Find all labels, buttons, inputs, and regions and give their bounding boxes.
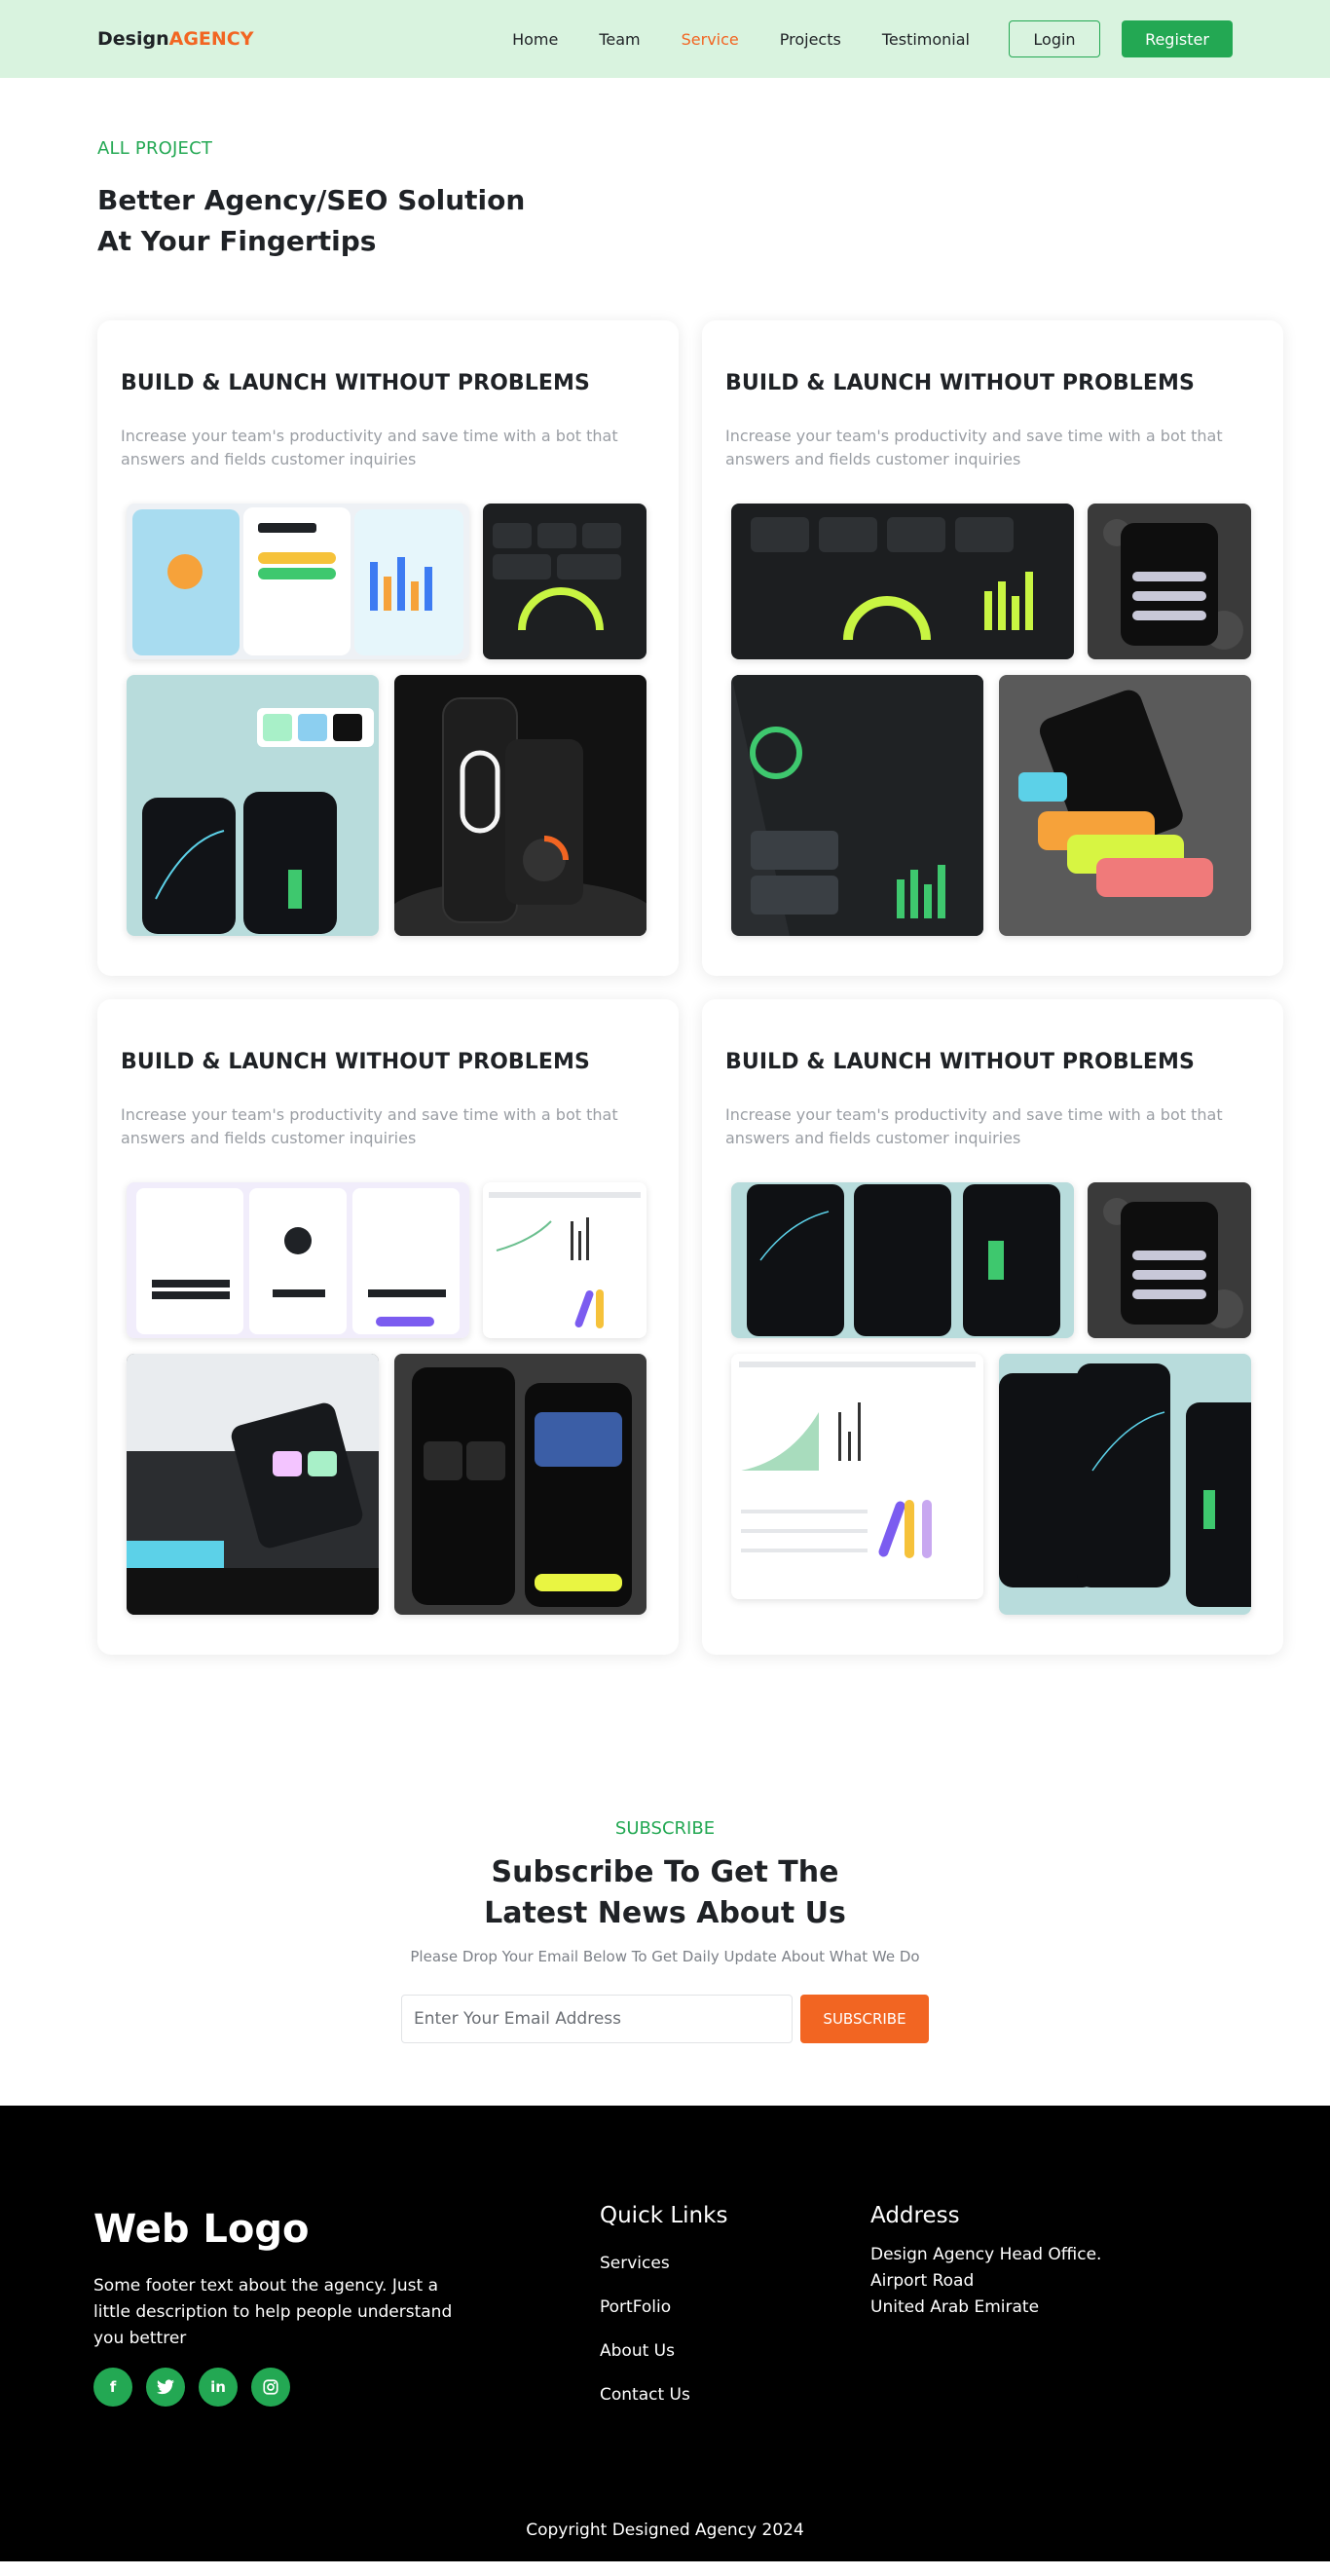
project-thumbnail[interactable]	[127, 504, 469, 659]
address-block: Address Design Agency Head Office. Airpo…	[870, 2203, 1101, 2321]
project-thumbnail[interactable]	[483, 1182, 647, 1338]
card-description: Increase your team's productivity and sa…	[725, 1105, 1223, 1147]
nav-link-service[interactable]: Service	[682, 30, 739, 49]
project-thumbnail[interactable]	[394, 1354, 647, 1615]
quick-links-title: Quick Links	[600, 2203, 728, 2228]
site-logo[interactable]: DesignAGENCY	[97, 28, 254, 50]
subscribe-description: Please Drop Your Email Below To Get Dail…	[410, 1948, 920, 1965]
card-title: BUILD & LAUNCH WITHOUT PROBLEMS	[725, 1050, 1195, 1074]
project-thumbnail[interactable]	[483, 504, 647, 659]
project-thumbnail[interactable]	[127, 1182, 469, 1338]
footer-link-about[interactable]: About Us	[600, 2330, 727, 2373]
project-thumbnail[interactable]	[731, 1354, 983, 1599]
nav-link-testimonial[interactable]: Testimonial	[882, 30, 970, 49]
card-title: BUILD & LAUNCH WITHOUT PROBLEMS	[121, 371, 590, 395]
project-thumbnail[interactable]	[394, 675, 647, 936]
section-eyebrow: ALL PROJECT	[97, 138, 213, 159]
project-thumbnail[interactable]	[999, 1354, 1251, 1615]
subscribe-title: Subscribe To Get The Latest News About U…	[484, 1855, 846, 1930]
quick-links: Quick Links Services PortFolio About Us …	[600, 2203, 727, 2417]
nav-link-home[interactable]: Home	[512, 30, 558, 49]
project-thumbnail[interactable]	[1088, 504, 1251, 659]
card-description: Increase your team's productivity and sa…	[725, 427, 1223, 468]
subscribe-form: SUBSCRIBE	[0, 1995, 1330, 2043]
navbar: DesignAGENCY Home Team Service Projects …	[0, 0, 1330, 78]
footer-description: Some footer text about the agency. Just …	[93, 2276, 453, 2348]
address-line: United Arab Emirate	[870, 2297, 1040, 2317]
social-links: f in	[93, 2368, 290, 2407]
project-card[interactable]: BUILD & LAUNCH WITHOUT PROBLEMS Increase…	[702, 999, 1283, 1655]
project-card[interactable]: BUILD & LAUNCH WITHOUT PROBLEMS Increase…	[97, 320, 679, 976]
section-title: Better Agency/SEO Solution At Your Finge…	[97, 184, 526, 257]
project-card[interactable]: BUILD & LAUNCH WITHOUT PROBLEMS Increase…	[97, 999, 679, 1655]
copyright: Copyright Designed Agency 2024	[526, 2520, 804, 2540]
email-input[interactable]	[401, 1995, 793, 2043]
card-title: BUILD & LAUNCH WITHOUT PROBLEMS	[121, 1050, 590, 1074]
project-thumbnail[interactable]	[999, 675, 1251, 936]
footer-link-contact[interactable]: Contact Us	[600, 2373, 727, 2417]
card-title: BUILD & LAUNCH WITHOUT PROBLEMS	[725, 371, 1195, 395]
nav-links: Home Team Service Projects Testimonial L…	[471, 20, 1233, 57]
project-grid: BUILD & LAUNCH WITHOUT PROBLEMS Increase…	[0, 320, 1330, 1655]
linkedin-icon[interactable]: in	[199, 2368, 238, 2407]
project-thumbnail[interactable]	[731, 504, 1074, 659]
card-gallery	[127, 1182, 647, 1615]
nav-link-projects[interactable]: Projects	[780, 30, 841, 49]
project-thumbnail[interactable]	[731, 1182, 1074, 1338]
footer-link-services[interactable]: Services	[600, 2242, 727, 2286]
login-button[interactable]: Login	[1009, 20, 1100, 57]
subscribe-eyebrow: SUBSCRIBE	[614, 1818, 716, 1839]
address-title: Address	[870, 2203, 960, 2228]
project-thumbnail[interactable]	[127, 675, 379, 936]
card-description: Increase your team's productivity and sa…	[121, 1105, 618, 1147]
footer-logo[interactable]: Web Logo	[93, 2207, 309, 2252]
address-line: Design Agency Head Office.	[870, 2245, 1102, 2264]
address-line: Airport Road	[870, 2271, 975, 2291]
project-thumbnail[interactable]	[127, 1354, 379, 1615]
card-gallery	[731, 504, 1251, 936]
project-card[interactable]: BUILD & LAUNCH WITHOUT PROBLEMS Increase…	[702, 320, 1283, 976]
card-gallery	[731, 1182, 1251, 1615]
register-button[interactable]: Register	[1122, 20, 1233, 57]
nav-link-team[interactable]: Team	[599, 30, 640, 49]
footer-link-portfolio[interactable]: PortFolio	[600, 2286, 727, 2330]
project-thumbnail[interactable]	[1088, 1182, 1251, 1338]
footer: Web Logo Some footer text about the agen…	[0, 2106, 1330, 2561]
instagram-icon[interactable]	[251, 2368, 290, 2407]
card-gallery	[127, 504, 647, 936]
twitter-icon[interactable]	[146, 2368, 185, 2407]
card-description: Increase your team's productivity and sa…	[121, 427, 618, 468]
project-thumbnail[interactable]	[731, 675, 983, 936]
subscribe-section: SUBSCRIBE Subscribe To Get The Latest Ne…	[0, 1655, 1330, 2043]
subscribe-button[interactable]: SUBSCRIBE	[800, 1995, 929, 2043]
facebook-icon[interactable]: f	[93, 2368, 132, 2407]
projects-intro: ALL PROJECT Better Agency/SEO Solution A…	[0, 78, 1330, 262]
